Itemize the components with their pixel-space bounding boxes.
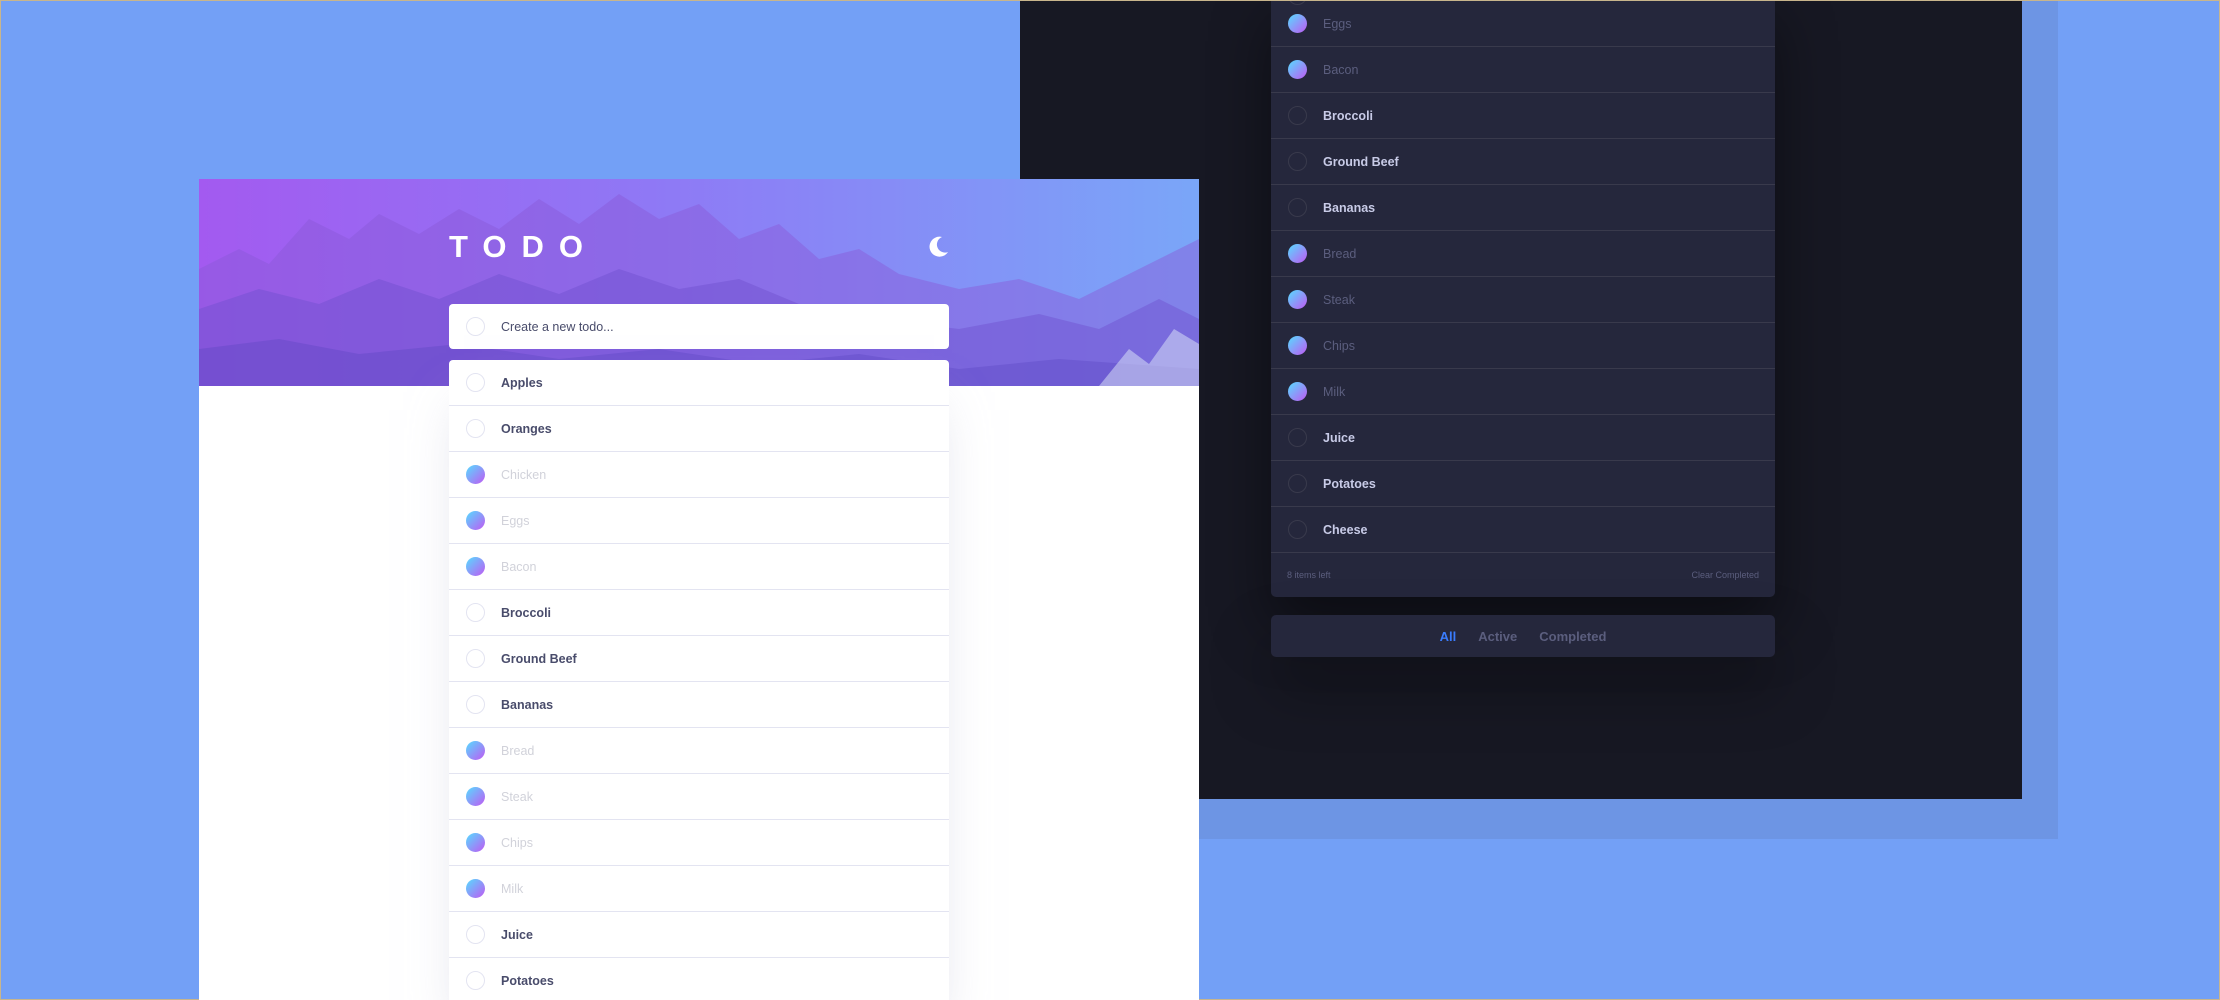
todo-item-label: Ground Beef	[1323, 154, 1399, 169]
checked-circle-icon[interactable]	[1288, 60, 1307, 79]
todo-item[interactable]: Chips	[1271, 323, 1775, 369]
todo-item-label: Chips	[1323, 338, 1355, 353]
new-todo-input[interactable]	[501, 319, 901, 334]
unchecked-circle-icon[interactable]	[1288, 198, 1307, 217]
unchecked-circle-icon[interactable]	[1288, 474, 1307, 493]
light-todo-list: Apples Oranges Chicken Eggs Bacon Broccoli Gro…	[449, 360, 949, 1000]
todo-item-label: Broccoli	[501, 605, 552, 620]
todo-item[interactable]: Broccoli	[449, 590, 949, 636]
todo-item-label: Potatoes	[501, 973, 554, 988]
todo-item[interactable]: Juice	[1271, 415, 1775, 461]
todo-item[interactable]: Ground Beef	[449, 636, 949, 682]
checked-circle-icon[interactable]	[466, 741, 485, 760]
todo-item[interactable]: Eggs	[1271, 1, 1775, 47]
todo-item-label: Bacon	[501, 559, 537, 574]
todo-item[interactable]: Milk	[1271, 369, 1775, 415]
checked-circle-icon[interactable]	[1288, 244, 1307, 263]
todo-item-label: Juice	[1323, 430, 1355, 445]
new-todo-check-circle[interactable]	[466, 317, 485, 336]
todo-item[interactable]: Bread	[1271, 231, 1775, 277]
filter-all-button[interactable]: All	[1440, 629, 1457, 644]
todo-item-label: Milk	[501, 881, 524, 896]
checked-circle-icon[interactable]	[1288, 336, 1307, 355]
todo-item[interactable]: Bananas	[1271, 185, 1775, 231]
todo-item[interactable]: Potatoes	[449, 958, 949, 1000]
unchecked-circle-icon[interactable]	[466, 649, 485, 668]
todo-item[interactable]: Oranges	[449, 406, 949, 452]
light-theme-preview: TODO Apples Oranges Chicken Eggs Bacon Brocco…	[199, 179, 1199, 1000]
new-todo-field	[449, 304, 949, 349]
todo-item[interactable]: Cheese	[1271, 507, 1775, 553]
todo-item-label: Eggs	[1323, 16, 1352, 31]
dark-todo-list: Eggs Bacon Broccoli Ground Beef Bananas Bread…	[1271, 1, 1775, 597]
filter-completed-button[interactable]: Completed	[1539, 629, 1606, 644]
unchecked-circle-icon[interactable]	[466, 971, 485, 990]
unchecked-circle-icon[interactable]	[466, 695, 485, 714]
checked-circle-icon[interactable]	[466, 879, 485, 898]
todo-item[interactable]: Chicken	[449, 452, 949, 498]
todo-item-label: Cheese	[1323, 522, 1368, 537]
todo-item[interactable]: Bananas	[449, 682, 949, 728]
todo-item-label: Chips	[501, 835, 533, 850]
todo-item[interactable]: Ground Beef	[1271, 139, 1775, 185]
todo-item-label: Steak	[501, 789, 533, 804]
todo-item-label: Bacon	[1323, 62, 1359, 77]
todo-item[interactable]: Milk	[449, 866, 949, 912]
checked-circle-icon[interactable]	[1288, 290, 1307, 309]
todo-item[interactable]: Bacon	[1271, 47, 1775, 93]
unchecked-circle-icon[interactable]	[466, 603, 485, 622]
todo-item[interactable]: Bread	[449, 728, 949, 774]
todo-item[interactable]: Chips	[449, 820, 949, 866]
todo-item-label: Steak	[1323, 292, 1355, 307]
mountain-background-image	[199, 194, 1199, 386]
todo-item-label: Oranges	[501, 421, 552, 436]
unchecked-circle-icon[interactable]	[466, 419, 485, 438]
checked-circle-icon[interactable]	[466, 787, 485, 806]
unchecked-circle-icon[interactable]	[1288, 428, 1307, 447]
checked-circle-icon[interactable]	[1288, 382, 1307, 401]
todo-item[interactable]: Bacon	[449, 544, 949, 590]
todo-item[interactable]: Steak	[1271, 277, 1775, 323]
dark-list-footer: 8 items left Clear Completed	[1271, 553, 1775, 597]
todo-item-label: Chicken	[501, 467, 547, 482]
filter-active-button[interactable]: Active	[1478, 629, 1517, 644]
checked-circle-icon[interactable]	[466, 833, 485, 852]
unchecked-circle-icon[interactable]	[466, 925, 485, 944]
todo-item[interactable]: Eggs	[449, 498, 949, 544]
todo-item-label: Bananas	[501, 697, 554, 712]
todo-item-label: Bread	[1323, 246, 1357, 261]
unchecked-circle-icon[interactable]	[1288, 520, 1307, 539]
app-title: TODO	[449, 229, 598, 264]
todo-item-label: Bread	[501, 743, 535, 758]
checked-circle-icon[interactable]	[1288, 14, 1307, 33]
unchecked-circle-icon[interactable]	[1288, 106, 1307, 125]
todo-item-label: Apples	[501, 375, 543, 390]
checked-circle-icon[interactable]	[466, 465, 485, 484]
todo-item[interactable]: Steak	[449, 774, 949, 820]
clear-completed-button[interactable]: Clear Completed	[1691, 570, 1759, 580]
todo-item[interactable]: Potatoes	[1271, 461, 1775, 507]
items-left-count: 8 items left	[1287, 570, 1331, 580]
hero-banner: TODO	[199, 179, 1199, 386]
filter-bar: All Active Completed	[1271, 615, 1775, 657]
todo-item[interactable]: Juice	[449, 912, 949, 958]
todo-item-label: Milk	[1323, 384, 1346, 399]
todo-item-label: Potatoes	[1323, 476, 1376, 491]
todo-item-label: Bananas	[1323, 200, 1376, 215]
todo-item-label: Broccoli	[1323, 108, 1374, 123]
todo-item-label: Eggs	[501, 513, 530, 528]
todo-item-label: Ground Beef	[501, 651, 577, 666]
todo-item-label: Juice	[501, 927, 533, 942]
unchecked-circle-icon[interactable]	[466, 373, 485, 392]
moon-icon[interactable]	[925, 234, 951, 260]
todo-item[interactable]: Broccoli	[1271, 93, 1775, 139]
checked-circle-icon[interactable]	[466, 557, 485, 576]
unchecked-circle-icon[interactable]	[1288, 152, 1307, 171]
todo-item[interactable]: Apples	[449, 360, 949, 406]
checked-circle-icon[interactable]	[466, 511, 485, 530]
